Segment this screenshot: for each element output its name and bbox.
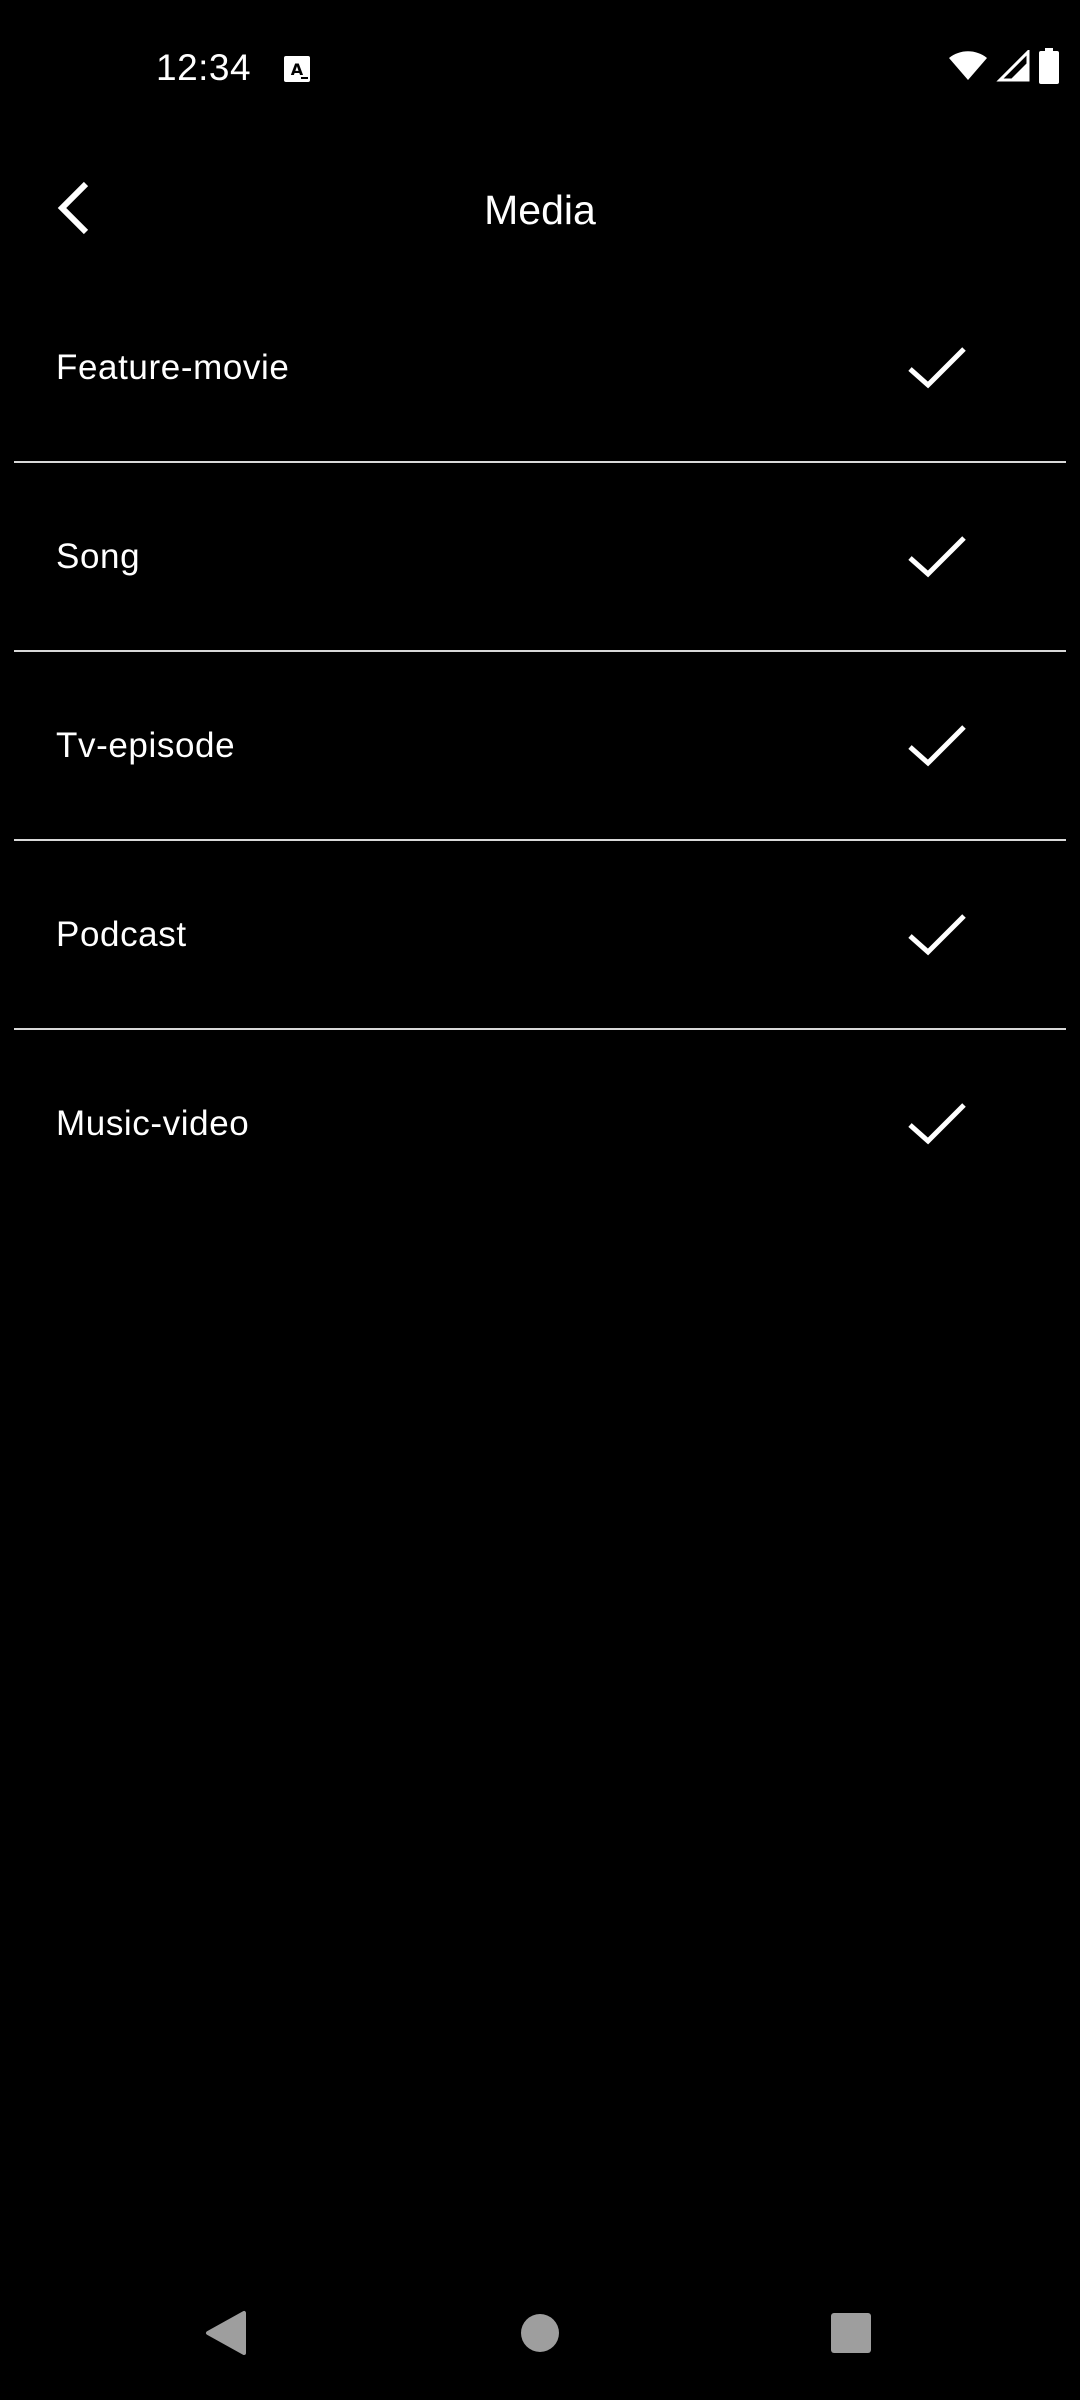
list-item-label: Music-video — [56, 1103, 250, 1143]
list-item-label: Podcast — [56, 914, 187, 954]
svg-text:A: A — [291, 60, 304, 79]
media-list: Feature-movie Song Tv-episode Podcast Mu… — [0, 274, 1080, 1217]
a-keyboard-icon: A — [283, 55, 311, 83]
list-item-tv-episode[interactable]: Tv-episode — [0, 652, 1080, 839]
system-nav-bar — [0, 2290, 1080, 2380]
checkmark-icon — [906, 904, 968, 966]
recents-square-icon — [830, 2312, 872, 2359]
nav-back-button[interactable] — [181, 2290, 271, 2380]
home-circle-icon — [519, 2312, 561, 2359]
signal-icon — [996, 47, 1030, 87]
checkmark-icon — [906, 715, 968, 777]
back-triangle-icon — [204, 2309, 248, 2362]
checkmark-icon — [906, 526, 968, 588]
list-item-feature-movie[interactable]: Feature-movie — [0, 274, 1080, 461]
battery-icon — [1038, 47, 1060, 89]
wifi-icon — [948, 50, 988, 87]
status-bar: 12:34 A — [0, 0, 1080, 132]
nav-home-button[interactable] — [495, 2290, 585, 2380]
list-item-label: Song — [56, 536, 141, 576]
nav-recents-button[interactable] — [806, 2290, 896, 2380]
list-item-song[interactable]: Song — [0, 463, 1080, 650]
checkmark-icon — [906, 1093, 968, 1155]
list-item-label: Feature-movie — [56, 347, 290, 387]
list-item-music-video[interactable]: Music-video — [0, 1030, 1080, 1217]
status-time: 12:34 — [156, 47, 252, 88]
list-item-podcast[interactable]: Podcast — [0, 841, 1080, 1028]
app-bar: Media — [0, 150, 1080, 270]
checkmark-icon — [906, 337, 968, 399]
status-icons — [948, 47, 1060, 89]
list-item-label: Tv-episode — [56, 725, 236, 765]
page-title: Media — [484, 187, 596, 233]
